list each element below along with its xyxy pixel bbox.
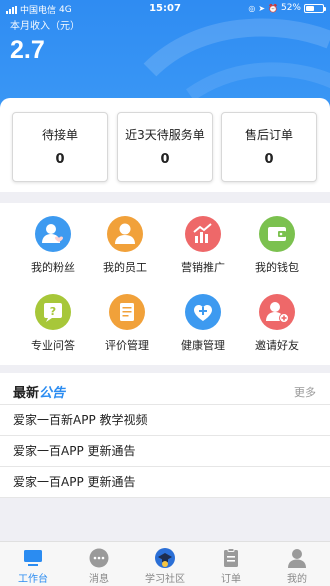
notice-section: 最新公告 更多 爱家一百新APP 教学视频 爱家一百APP 更新通告 爱家一百A… bbox=[0, 373, 330, 498]
card-title: 待接单 bbox=[41, 128, 78, 142]
tab-label: 工作台 bbox=[18, 574, 48, 585]
tab-message[interactable]: 消息 bbox=[66, 542, 132, 586]
tab-order[interactable]: 订单 bbox=[198, 542, 264, 586]
tab-label: 消息 bbox=[89, 574, 109, 585]
location-icon: ◎ bbox=[248, 3, 256, 13]
menu-label: 健康管理 bbox=[181, 339, 225, 352]
menu-label: 专业问答 bbox=[31, 339, 75, 352]
menu-item-qa[interactable]: ? 专业问答 bbox=[13, 281, 93, 359]
menu-item-fans[interactable]: 我的粉丝 bbox=[13, 203, 93, 281]
workbench-icon bbox=[22, 547, 44, 569]
svg-text:?: ? bbox=[50, 305, 56, 318]
status-bar: 中国电信 4G 15:07 ◎ ➤ ⏰ 52% bbox=[0, 0, 330, 18]
menu-label: 我的粉丝 bbox=[31, 261, 75, 274]
menu-label: 邀请好友 bbox=[255, 339, 299, 352]
after-sale-card[interactable]: 售后订单 0 bbox=[221, 112, 317, 182]
tab-workbench[interactable]: 工作台 bbox=[0, 542, 66, 586]
notice-title-part1: 最新 bbox=[13, 386, 40, 401]
review-icon bbox=[109, 294, 145, 330]
tab-label: 订单 bbox=[221, 574, 241, 585]
tab-profile[interactable]: 我的 bbox=[264, 542, 330, 586]
menu-item-health[interactable]: 健康管理 bbox=[163, 281, 243, 359]
menu-item-wallet[interactable]: 我的钱包 bbox=[237, 203, 317, 281]
health-icon bbox=[185, 294, 221, 330]
order-summary: 待接单 0 近3天待服务单 0 售后订单 0 bbox=[0, 98, 330, 192]
qa-icon: ? bbox=[35, 294, 71, 330]
card-title: 售后订单 bbox=[244, 128, 293, 142]
menu-item-review[interactable]: 评价管理 bbox=[87, 281, 167, 359]
menu-label: 我的钱包 bbox=[255, 261, 299, 274]
tab-label: 学习社区 bbox=[145, 574, 185, 585]
header: 中国电信 4G 15:07 ◎ ➤ ⏰ 52% 本月收入（元） 2.7 bbox=[0, 0, 330, 112]
notice-item[interactable]: 爱家一百APP 更新通告 bbox=[0, 436, 330, 467]
tab-community[interactable]: 学习社区 bbox=[132, 542, 198, 586]
function-grid: 我的粉丝 我的员工 营销推广 我的钱包 ? 专业问答 评价管理 健康管理 邀请好… bbox=[0, 203, 330, 365]
marketing-icon bbox=[185, 216, 221, 252]
income-value[interactable]: 2.7 bbox=[10, 36, 45, 65]
income-label: 本月收入（元） bbox=[10, 21, 80, 32]
menu-label: 评价管理 bbox=[105, 339, 149, 352]
notice-item[interactable]: 爱家一百APP 更新通告 bbox=[0, 467, 330, 498]
notice-item[interactable]: 爱家一百新APP 教学视频 bbox=[0, 405, 330, 436]
battery-icon bbox=[304, 3, 326, 13]
pending-orders-card[interactable]: 待接单 0 bbox=[12, 112, 108, 182]
card-count: 0 bbox=[264, 152, 274, 167]
wallet-icon bbox=[259, 216, 295, 252]
alarm-icon: ⏰ bbox=[268, 3, 278, 13]
staff-icon bbox=[107, 216, 143, 252]
card-title: 近3天待服务单 bbox=[125, 128, 205, 142]
tab-label: 我的 bbox=[287, 574, 307, 585]
upcoming-service-card[interactable]: 近3天待服务单 0 bbox=[117, 112, 213, 182]
card-count: 0 bbox=[55, 152, 65, 167]
notice-title-part2: 公告 bbox=[39, 386, 66, 401]
menu-label: 我的员工 bbox=[103, 261, 147, 274]
community-icon bbox=[154, 547, 176, 569]
card-count: 0 bbox=[160, 152, 170, 167]
battery-percent: 52% bbox=[280, 3, 301, 13]
menu-item-marketing[interactable]: 营销推广 bbox=[163, 203, 243, 281]
notice-header: 最新公告 更多 bbox=[0, 373, 330, 405]
message-icon bbox=[88, 547, 110, 569]
navigation-icon: ➤ bbox=[258, 3, 266, 13]
invite-icon bbox=[259, 294, 295, 330]
notice-title: 最新公告 bbox=[13, 382, 65, 401]
order-icon bbox=[220, 547, 242, 569]
menu-item-staff[interactable]: 我的员工 bbox=[85, 203, 165, 281]
menu-item-invite[interactable]: 邀请好友 bbox=[237, 281, 317, 359]
tab-bar: 工作台 消息 学习社区 订单 我的 bbox=[0, 541, 330, 586]
more-link[interactable]: 更多 bbox=[294, 384, 316, 400]
profile-icon bbox=[286, 547, 308, 569]
menu-label: 营销推广 bbox=[181, 261, 225, 274]
fans-icon bbox=[35, 216, 71, 252]
